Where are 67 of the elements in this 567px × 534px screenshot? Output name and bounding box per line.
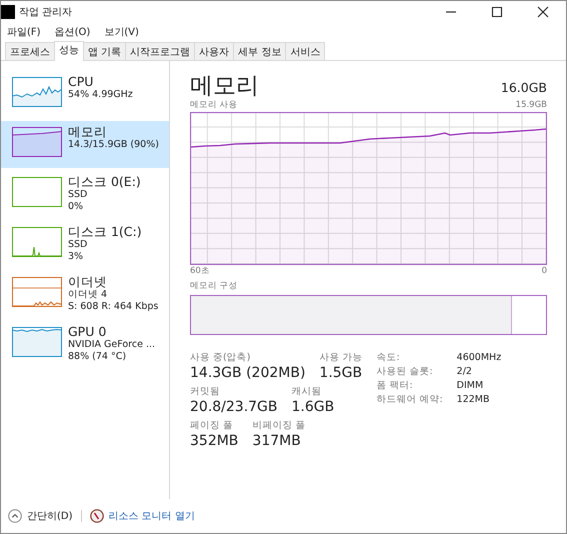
- window-title: 작업 관리자: [19, 6, 72, 19]
- tab[interactable]: 서비스: [285, 42, 326, 60]
- time-axis-label: 0: [542, 265, 547, 277]
- item-title: 메모리: [68, 124, 108, 139]
- tab[interactable]: 시작프로그램: [125, 42, 196, 60]
- sidebar-item[interactable]: 디스크 0(E:) SSD 0%: [1, 171, 169, 218]
- stat-value: 1.6GB: [292, 398, 334, 416]
- sidebar-item[interactable]: GPU 0 NVIDIA GeForce ... 88% (74 °C): [1, 321, 169, 368]
- property-value: 122MB: [456, 393, 491, 407]
- stat-value: 317MB: [252, 432, 302, 450]
- sidebar-item[interactable]: 디스크 1(C:) SSD 3%: [1, 221, 169, 268]
- item-title: GPU 0: [68, 324, 108, 339]
- menu-item[interactable]: 옵션(O): [54, 25, 90, 39]
- tab[interactable]: 사용자: [194, 42, 234, 60]
- item-title: 디스크 1(C:): [68, 224, 142, 239]
- property-label: 속도:: [376, 351, 401, 365]
- item-detail: 이더넷 4: [68, 289, 108, 301]
- tab[interactable]: 프로세스: [5, 42, 55, 60]
- stat-label: 커밋됨: [190, 385, 221, 398]
- item-title: 이더넷: [68, 274, 108, 289]
- gauge-icon: [90, 509, 104, 523]
- item-detail: 3%: [68, 251, 84, 263]
- property-value: 2/2: [456, 365, 473, 379]
- stat-label: 비페이징 풀: [252, 419, 306, 432]
- item-detail: SSD: [68, 189, 88, 201]
- total-memory: 16.0GB: [500, 80, 547, 97]
- property-label: 사용된 슬롯:: [376, 365, 434, 379]
- collapse-button[interactable]: 간단히(D): [8, 509, 73, 523]
- time-axis-label: 60초: [190, 265, 210, 277]
- item-detail: 88% (74 °C): [68, 351, 128, 363]
- chart-label: 메모리 사용: [190, 99, 238, 111]
- property-value: DIMM: [456, 379, 484, 393]
- property-value: 4600MHz: [456, 351, 502, 365]
- item-detail: SSD: [68, 239, 88, 251]
- chart-label: 메모리 구성: [190, 280, 239, 292]
- stat-label: 사용 중(압축): [190, 351, 252, 364]
- property-label: 하드웨어 예약:: [376, 393, 443, 407]
- maximize-icon: [490, 6, 504, 18]
- item-title: 디스크 0(E:): [68, 174, 141, 189]
- stat-value: 352MB: [190, 432, 238, 450]
- menu-item[interactable]: 파일(F): [7, 25, 41, 39]
- tab[interactable]: 성능: [54, 41, 84, 61]
- chevron-up-icon: [8, 509, 22, 523]
- tab[interactable]: 앱 기록: [83, 42, 126, 60]
- tab[interactable]: 세부 정보: [233, 42, 286, 60]
- stat-value: 14.3GB (202MB): [190, 364, 306, 382]
- stat-label: 사용 가능: [319, 351, 362, 364]
- item-detail: 54% 4.99GHz: [68, 89, 133, 101]
- stat-value: 1.5GB: [319, 364, 362, 382]
- chart-max: 15.9GB: [516, 99, 547, 111]
- resource-monitor-link[interactable]: 리소스 모니터 열기: [108, 509, 195, 523]
- item-title: CPU: [68, 74, 94, 89]
- app-icon: [1, 5, 15, 19]
- item-detail: S: 608 R: 464 Kbps: [68, 301, 158, 313]
- sidebar-item[interactable]: 메모리 14.3/15.9GB (90%): [1, 121, 169, 168]
- item-detail: NVIDIA GeForce ...: [68, 339, 156, 351]
- property-label: 폼 팩터:: [376, 379, 414, 393]
- panel-title: 메모리: [190, 73, 259, 99]
- stat-value: 20.8/23.7GB: [190, 398, 278, 416]
- sidebar-item[interactable]: CPU 54% 4.99GHz: [1, 71, 169, 118]
- item-detail: 0%: [68, 201, 84, 213]
- stat-label: 페이징 풀: [190, 419, 234, 432]
- stat-label: 캐시됨: [292, 385, 323, 398]
- menu-item[interactable]: 보기(V): [104, 25, 139, 39]
- sidebar-item[interactable]: 이더넷 이더넷 4 S: 608 R: 464 Kbps: [1, 271, 169, 318]
- item-detail: 14.3/15.9GB (90%): [68, 139, 159, 151]
- close-icon: [536, 6, 550, 18]
